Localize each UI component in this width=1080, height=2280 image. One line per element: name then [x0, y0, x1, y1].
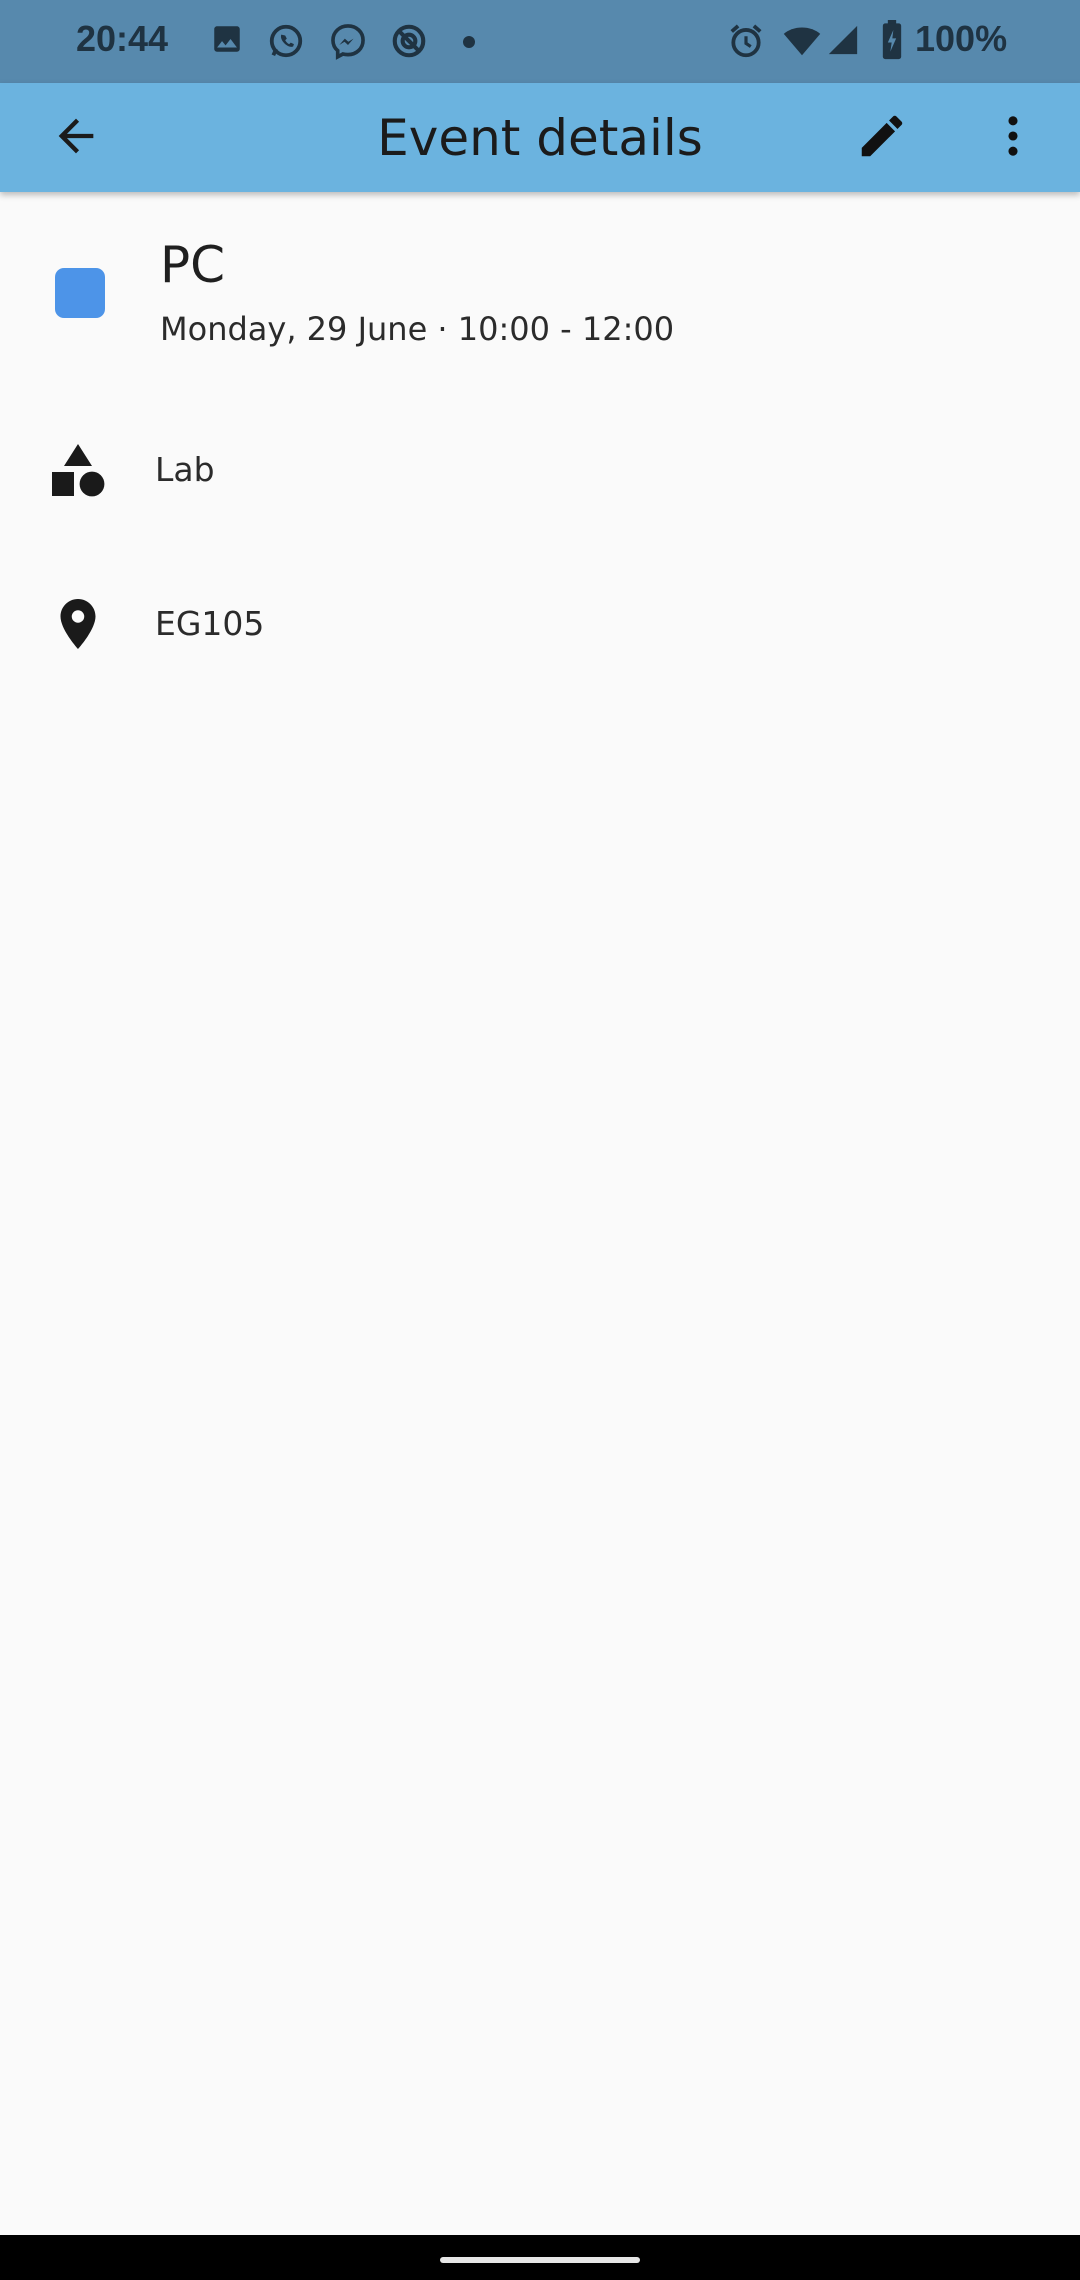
event-details-screen: 20:44 100% Event details PC Monday, 29 J…: [0, 0, 1080, 2280]
gallery-icon: [210, 22, 244, 60]
more-vert-icon: [987, 110, 1039, 166]
event-title: PC: [160, 236, 226, 294]
data-saver-icon: [390, 22, 428, 64]
edit-button[interactable]: [842, 98, 922, 178]
category-shapes-icon: [50, 442, 106, 502]
pencil-icon: [855, 109, 909, 167]
wifi-icon: [782, 22, 822, 64]
event-location-label: EG105: [155, 604, 265, 643]
event-type-label: Lab: [155, 450, 215, 489]
app-bar: Event details: [0, 83, 1080, 192]
location-pin-icon: [48, 594, 108, 658]
whatsapp-icon: [267, 22, 305, 64]
dot-icon: [462, 34, 476, 53]
cell-signal-icon: [826, 22, 860, 62]
event-color-indicator: [55, 268, 105, 318]
home-indicator[interactable]: [440, 2257, 640, 2263]
status-bar: 20:44 100%: [0, 0, 1080, 83]
battery-icon: [880, 20, 904, 64]
messenger-icon: [329, 22, 367, 64]
event-datetime: Monday, 29 June · 10:00 - 12:00: [160, 310, 675, 348]
status-time: 20:44: [76, 18, 169, 59]
more-options-button[interactable]: [973, 98, 1053, 178]
battery-percentage: 100%: [915, 18, 1008, 59]
system-navigation-bar: [0, 2235, 1080, 2280]
alarm-icon: [727, 22, 765, 64]
